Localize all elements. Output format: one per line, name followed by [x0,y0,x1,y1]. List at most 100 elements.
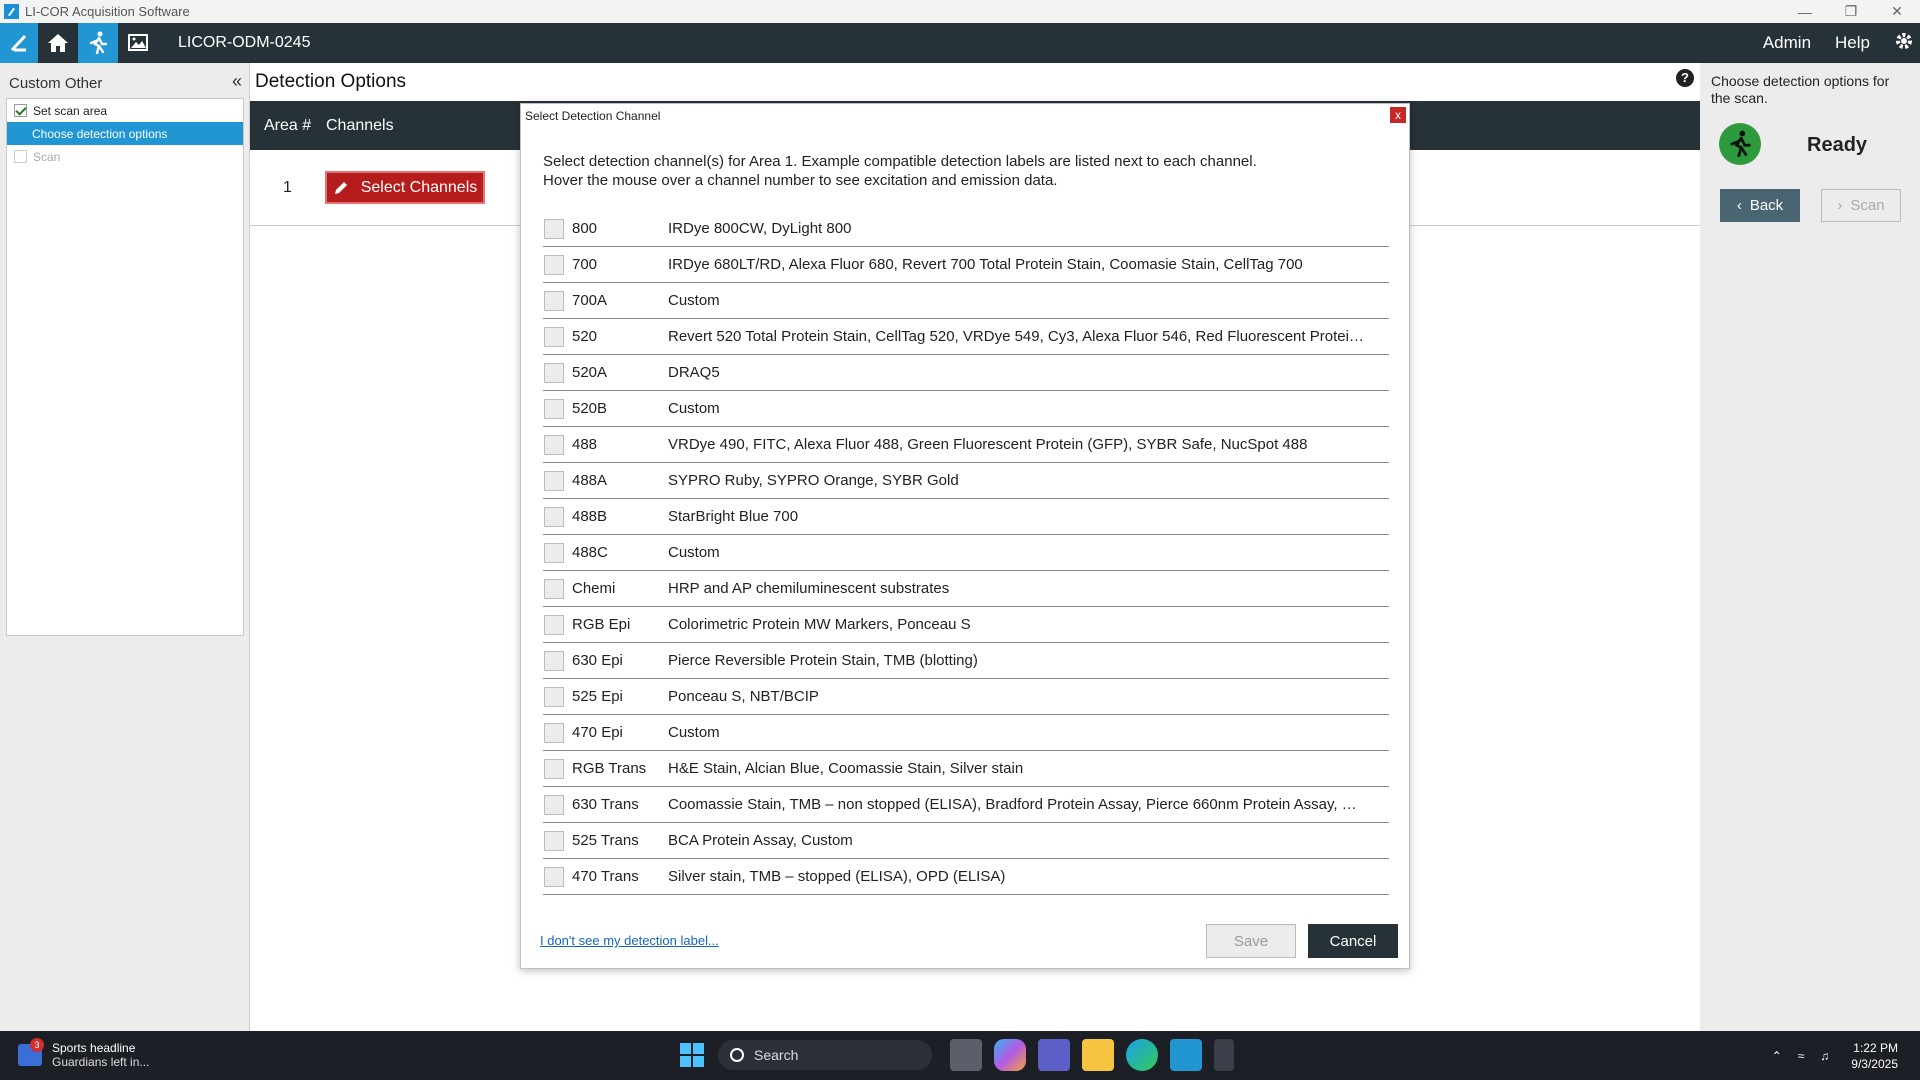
start-button-icon[interactable] [680,1043,704,1067]
channel-row[interactable]: 488 VRDye 490, FITC, Alexa Fluor 488, Gre… [543,427,1389,463]
channel-row[interactable]: 488B StarBright Blue 700 [543,499,1389,535]
channel-number[interactable]: 520A [572,364,668,381]
select-channels-button[interactable]: Select Channels [325,171,485,204]
channel-number[interactable]: 700 [572,256,668,273]
channel-labels: IRDye 680LT/RD, Alexa Fluor 680, Revert … [668,256,1303,273]
missing-label-link[interactable]: I don't see my detection label... [540,933,719,948]
channel-checkbox[interactable] [544,434,564,455]
collapse-panel-icon[interactable]: « [232,71,242,92]
help-icon[interactable]: ? [1676,69,1694,87]
licor-home-logo-icon[interactable] [0,23,38,63]
back-button[interactable]: ‹ Back [1720,189,1800,222]
channel-row[interactable]: 630 Trans Coomassie Stain, TMB – non stop… [543,787,1389,823]
acquire-run-icon[interactable] [78,23,118,63]
chevron-right-icon: › [1837,197,1843,214]
channel-checkbox[interactable] [544,362,564,383]
channel-number[interactable]: 470 Trans [572,868,668,885]
channel-number[interactable]: RGB Trans [572,760,668,777]
instruction-line-1: Select detection channel(s) for Area 1. … [543,153,1257,170]
channel-checkbox[interactable] [544,470,564,491]
cancel-button[interactable]: Cancel [1308,924,1398,958]
save-button[interactable]: Save [1206,924,1296,958]
select-detection-channel-dialog: Select Detection Channel x Select detect… [520,103,1410,969]
clock[interactable]: 1:22 PM 9/3/2025 [1851,1040,1898,1072]
channel-checkbox[interactable] [544,650,564,671]
channel-checkbox[interactable] [544,290,564,311]
channel-number[interactable]: 630 Epi [572,652,668,669]
channel-checkbox[interactable] [544,506,564,527]
channel-number[interactable]: 488B [572,508,668,525]
channel-row[interactable]: 700A Custom [543,283,1389,319]
channel-row[interactable]: 800 IRDye 800CW, DyLight 800 [543,211,1389,247]
channel-number[interactable]: Chemi [572,580,668,597]
channel-checkbox[interactable] [544,326,564,347]
channel-number[interactable]: 630 Trans [572,796,668,813]
channel-checkbox[interactable] [544,398,564,419]
channel-checkbox[interactable] [544,614,564,635]
channel-number[interactable]: 525 Trans [572,832,668,849]
channel-row[interactable]: 520A DRAQ5 [543,355,1389,391]
channel-checkbox[interactable] [544,218,564,239]
channel-labels: Custom [668,544,720,561]
channel-checkbox[interactable] [544,758,564,779]
edge-icon[interactable] [1126,1039,1158,1071]
channel-row[interactable]: 525 Epi Ponceau S, NBT/BCIP [543,679,1389,715]
channel-checkbox[interactable] [544,578,564,599]
channel-row[interactable]: Chemi HRP and AP chemiluminescent substra… [543,571,1389,607]
step-set-scan-area[interactable]: Set scan area [7,99,243,122]
step-scan[interactable]: Scan [7,145,243,168]
channel-row[interactable]: 630 Epi Pierce Reversible Protein Stain, … [543,643,1389,679]
chevron-up-icon[interactable]: ⌃ [1772,1049,1782,1063]
admin-menu[interactable]: Admin [1763,33,1811,53]
channel-row[interactable]: 520 Revert 520 Total Protein Stain, CellT… [543,319,1389,355]
teams-icon[interactable] [1038,1039,1070,1071]
task-view-icon[interactable] [950,1039,982,1071]
channel-row[interactable]: 488A SYPRO Ruby, SYPRO Orange, SYBR Gold [543,463,1389,499]
channel-checkbox[interactable] [544,542,564,563]
channel-number[interactable]: RGB Epi [572,616,668,633]
gear-icon[interactable] [1894,31,1914,56]
volume-icon[interactable]: ♫ [1820,1049,1829,1063]
channel-number[interactable]: 800 [572,220,668,237]
channel-row[interactable]: 470 Epi Custom [543,715,1389,751]
home-icon[interactable] [38,23,78,63]
help-menu[interactable]: Help [1835,33,1870,53]
channel-number[interactable]: 700A [572,292,668,309]
channel-number[interactable]: 470 Epi [572,724,668,741]
minimize-button[interactable]: — [1782,0,1828,23]
wifi-icon[interactable]: ≈ [1798,1049,1805,1063]
channel-checkbox[interactable] [544,722,564,743]
channel-row[interactable]: 470 Trans Silver stain, TMB – stopped (EL… [543,859,1389,895]
channel-row[interactable]: 488C Custom [543,535,1389,571]
status-panel: Choose detection options for the scan. R… [1700,63,1920,1031]
news-widget[interactable]: 3 Sports headline Guardians left in... [18,1038,149,1069]
search-placeholder: Search [754,1047,799,1063]
channel-row[interactable]: RGB Trans H&E Stain, Alcian Blue, Coomass… [543,751,1389,787]
channel-row[interactable]: 525 Trans BCA Protein Assay, Custom [543,823,1389,859]
app-icon[interactable] [1214,1039,1234,1071]
channel-number[interactable]: 520 [572,328,668,345]
images-icon[interactable] [118,23,158,63]
step-choose-detection-options[interactable]: Choose detection options [7,122,243,145]
licor-app-icon[interactable] [1170,1039,1202,1071]
channel-number[interactable]: 520B [572,400,668,417]
channel-row[interactable]: 700 IRDye 680LT/RD, Alexa Fluor 680, Reve… [543,247,1389,283]
restore-button[interactable]: ❐ [1828,0,1874,23]
channel-checkbox[interactable] [544,794,564,815]
copilot-icon[interactable] [994,1039,1026,1071]
channel-number[interactable]: 488 [572,436,668,453]
taskbar-search[interactable]: Search [718,1040,932,1070]
scan-button[interactable]: › Scan [1821,189,1901,222]
channel-checkbox[interactable] [544,686,564,707]
channel-checkbox[interactable] [544,254,564,275]
close-window-button[interactable]: ✕ [1874,0,1920,23]
channel-checkbox[interactable] [544,830,564,851]
channel-row[interactable]: RGB Epi Colorimetric Protein MW Markers, … [543,607,1389,643]
channel-row[interactable]: 520B Custom [543,391,1389,427]
channel-number[interactable]: 525 Epi [572,688,668,705]
channel-number[interactable]: 488C [572,544,668,561]
file-explorer-icon[interactable] [1082,1039,1114,1071]
channel-checkbox[interactable] [544,866,564,887]
channel-number[interactable]: 488A [572,472,668,489]
dialog-close-button[interactable]: x [1389,106,1407,124]
